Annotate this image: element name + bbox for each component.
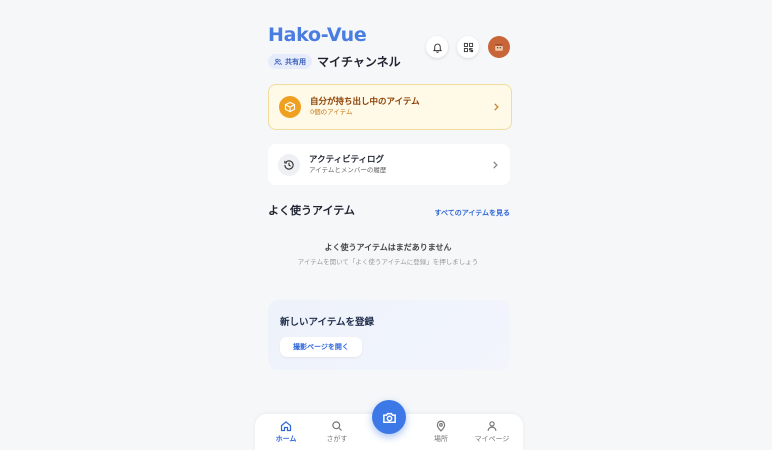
open-camera-page-button[interactable]: 撮影ページを開く — [280, 337, 362, 357]
chevron-right-icon — [494, 103, 499, 111]
carry-out-card[interactable]: 自分が持ち出し中のアイテム 0個のアイテム — [268, 84, 512, 130]
chevron-right-icon — [493, 160, 498, 169]
box-icon — [284, 101, 296, 113]
map-pin-icon — [436, 420, 446, 432]
tab-search-label: さがす — [326, 435, 348, 443]
avatar[interactable] — [488, 36, 510, 58]
qr-scan-button[interactable] — [457, 36, 479, 58]
tab-mypage-label: マイページ — [474, 435, 510, 443]
activity-log-title: アクティビティログ — [309, 154, 385, 165]
box-mascot-icon — [495, 44, 503, 51]
frequent-items-heading: よく使うアイテム — [268, 204, 355, 217]
activity-log-subtitle: アイテムとメンバーの履歴 — [309, 165, 387, 174]
activity-log-card[interactable]: アクティビティログ アイテムとメンバーの履歴 — [268, 144, 510, 185]
notifications-button[interactable] — [426, 36, 448, 58]
app-logo: Hako-Vue — [268, 24, 367, 46]
register-item-panel: 新しいアイテムを登録 撮影ページを開く — [268, 300, 510, 370]
tab-places-label: 場所 — [434, 435, 448, 443]
tab-places[interactable]: 場所 — [421, 420, 461, 444]
history-icon — [284, 159, 294, 170]
camera-button[interactable] — [372, 400, 406, 434]
tab-search[interactable]: さがす — [317, 420, 357, 444]
shared-badge-label: 共有用 — [285, 57, 306, 66]
frequent-empty-title: よく使うアイテムはまだありません — [324, 243, 452, 252]
home-icon — [280, 421, 292, 432]
tab-home-label: ホーム — [275, 435, 297, 443]
shared-badge[interactable]: 共有用 — [268, 54, 312, 69]
user-icon — [487, 421, 497, 431]
channel-name[interactable]: マイチャンネル — [317, 53, 401, 70]
carry-out-title: 自分が持ち出し中のアイテム — [310, 97, 420, 107]
frequent-empty-hint: アイテムを開いて「よく使うアイテムに登録」を押しましょう — [297, 258, 479, 266]
tab-mypage[interactable]: マイページ — [472, 420, 512, 444]
bell-icon — [432, 43, 442, 53]
register-title: 新しいアイテムを登録 — [280, 317, 375, 328]
carry-out-count: 0個のアイテム — [310, 108, 353, 116]
home-page: Hako-Vue 共有用 マイチャンネル 自分が持ち出し中のアイテム 0個のアイ… — [257, 0, 524, 450]
search-icon — [332, 421, 342, 431]
camera-icon — [382, 412, 396, 423]
carry-out-icon-wrap — [279, 96, 301, 118]
users-icon — [274, 58, 282, 65]
activity-icon-wrap — [278, 153, 300, 176]
qr-code-icon — [463, 42, 473, 52]
tab-home[interactable]: ホーム — [266, 420, 306, 444]
see-all-items-link[interactable]: すべてのアイテムを見る — [434, 208, 510, 218]
